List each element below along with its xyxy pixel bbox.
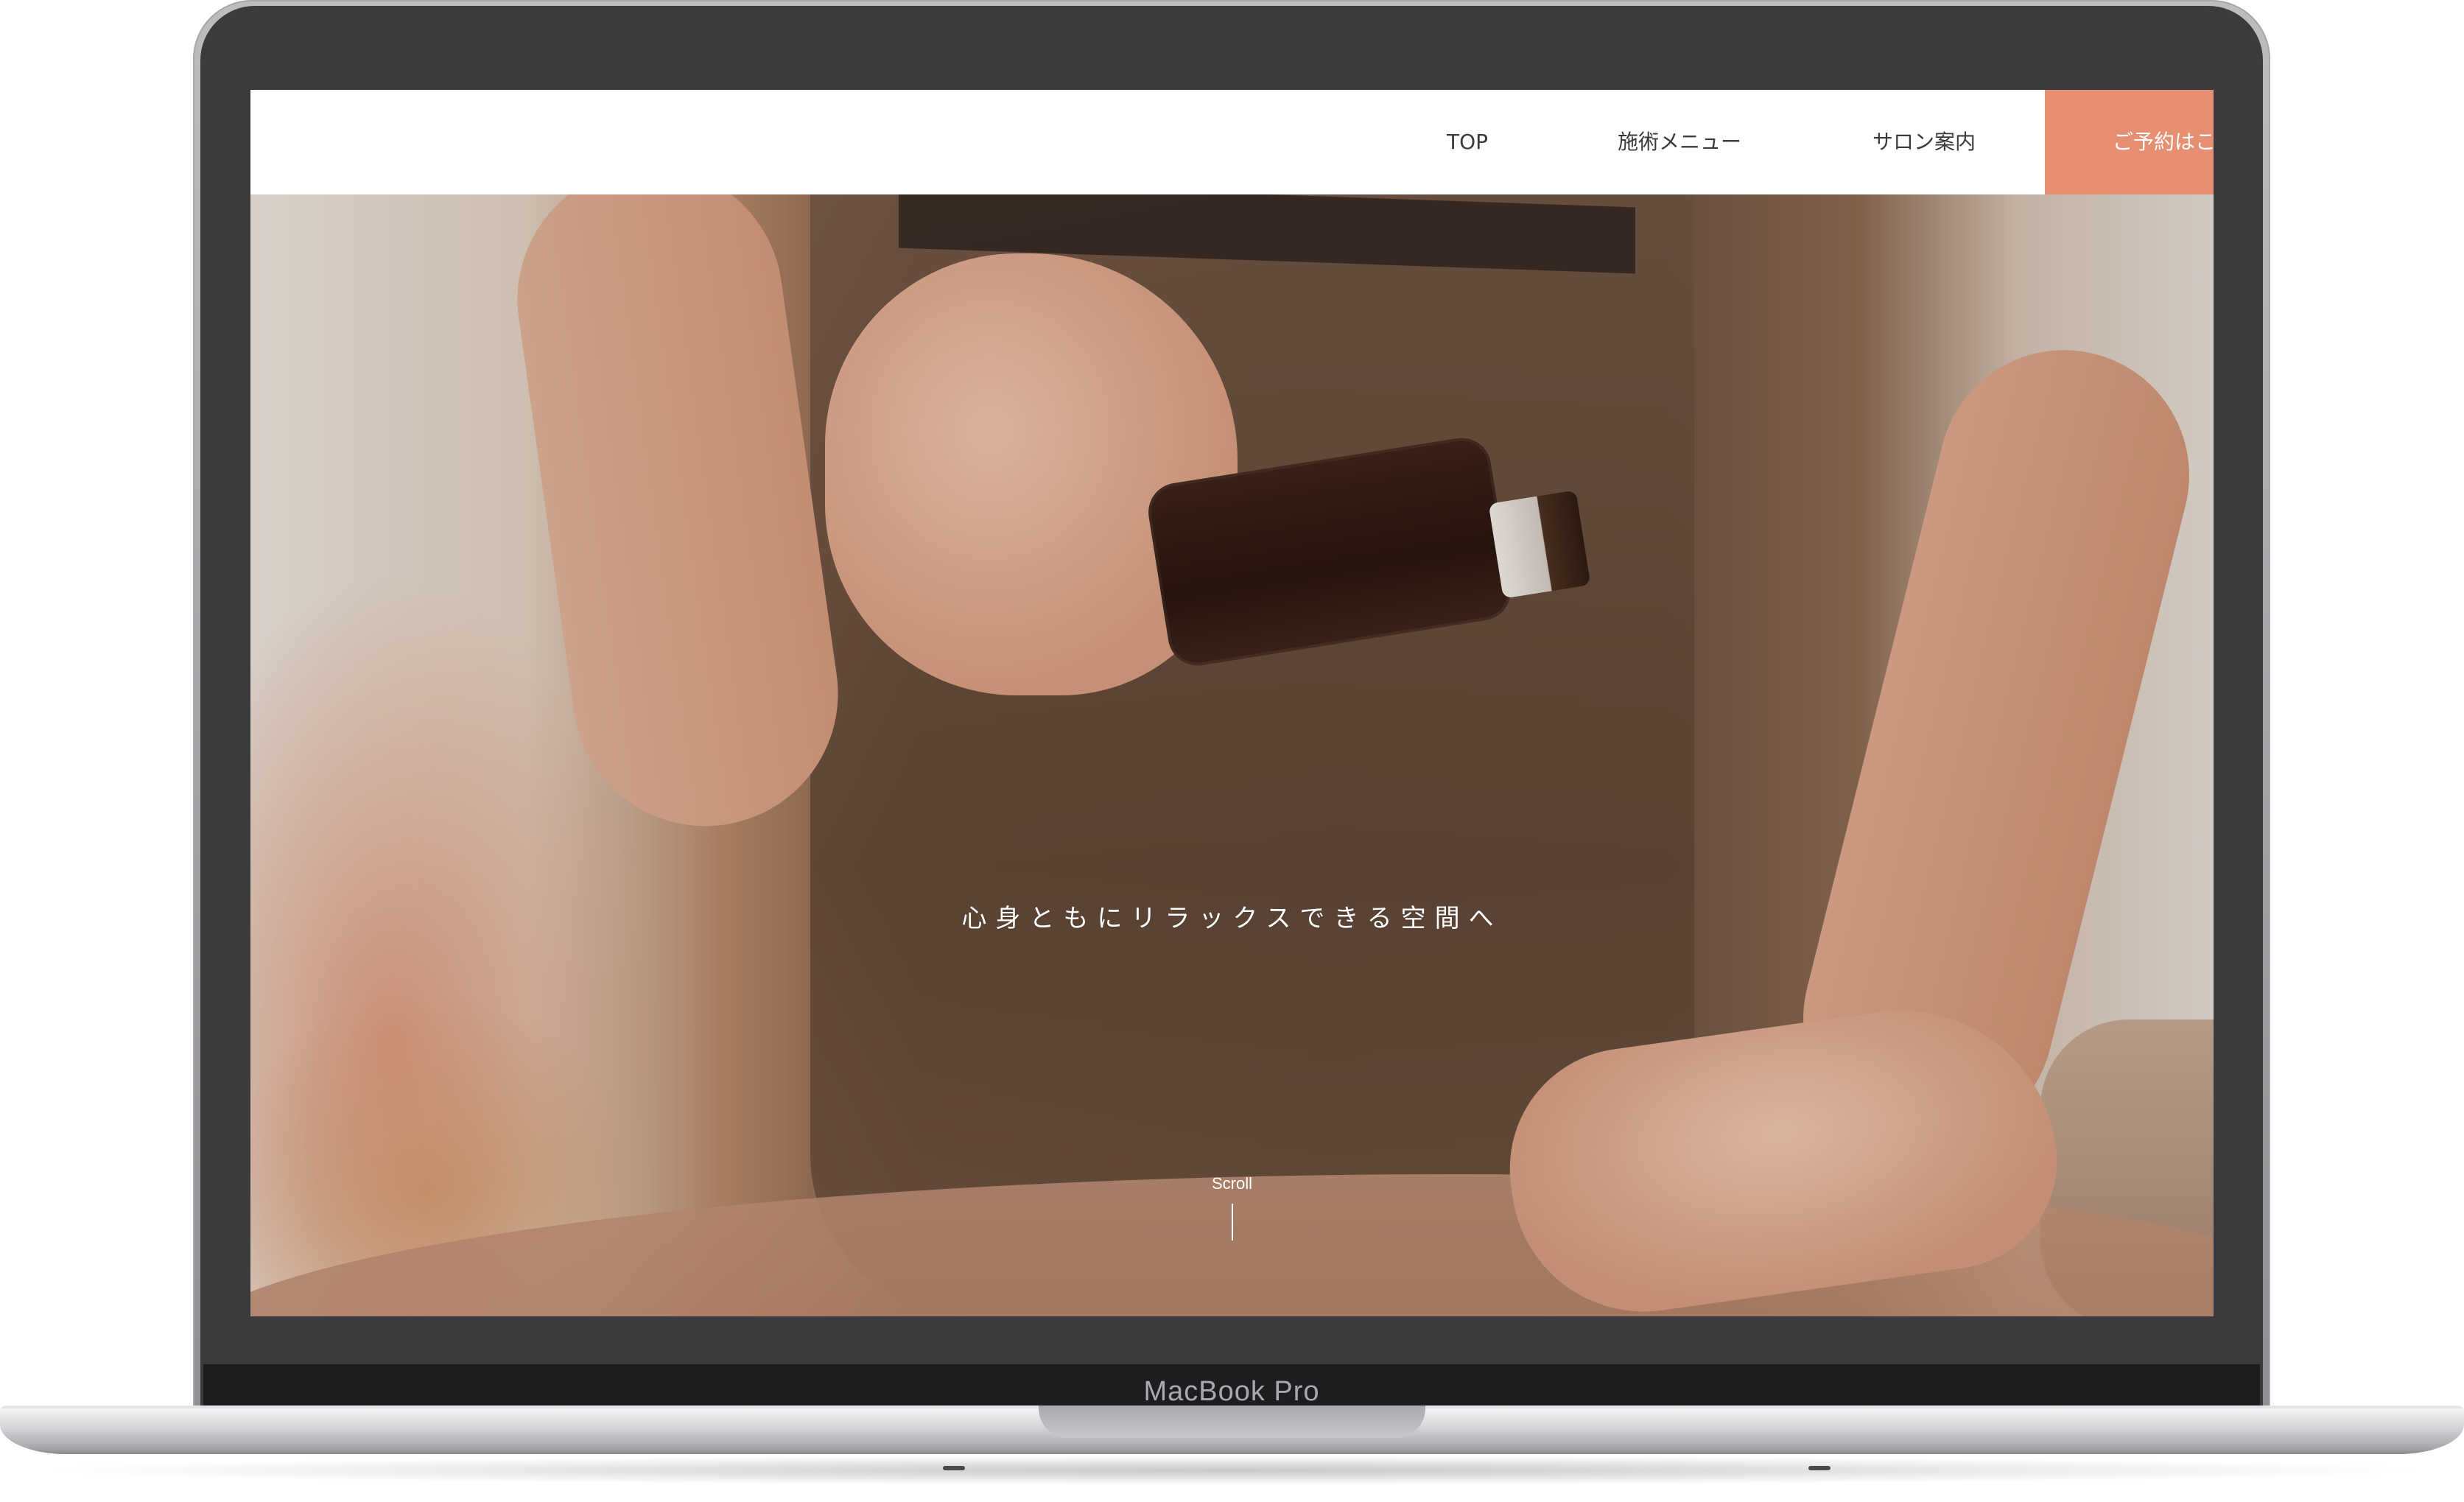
scroll-indicator-line [1232, 1204, 1233, 1240]
hero-tagline: 心身ともにリラックスできる空間へ [961, 904, 1503, 933]
website-screen: TOP 施術メニュー サロン案内 ご予約はこ 心身ともにリラックスできる空間へ … [250, 90, 2214, 1316]
scroll-indicator-label[interactable]: Scroll [250, 1174, 2214, 1193]
laptop-foot-right [1808, 1466, 1831, 1470]
hero-image: 心身ともにリラックスできる空間へ Scroll [250, 150, 2214, 1316]
nav-item-menu[interactable]: 施術メニュー [1618, 90, 1741, 194]
nav-item-salon[interactable]: サロン案内 [1872, 90, 1976, 194]
laptop-opening-notch [1039, 1406, 1425, 1438]
laptop-mockup: TOP 施術メニュー サロン案内 ご予約はこ 心身ともにリラックスできる空間へ … [0, 0, 2464, 1502]
hero-overlay [250, 194, 2214, 1316]
nav-item-top[interactable]: TOP [1447, 90, 1488, 194]
laptop-foot-left [943, 1466, 965, 1470]
reservation-button-label: ご予約はこ [2113, 130, 2214, 154]
site-header: TOP 施術メニュー サロン案内 ご予約はこ [250, 90, 2214, 194]
device-label: MacBook Pro [1143, 1376, 1320, 1407]
reservation-button[interactable]: ご予約はこ [2045, 90, 2214, 194]
laptop-shadow [29, 1456, 2435, 1485]
